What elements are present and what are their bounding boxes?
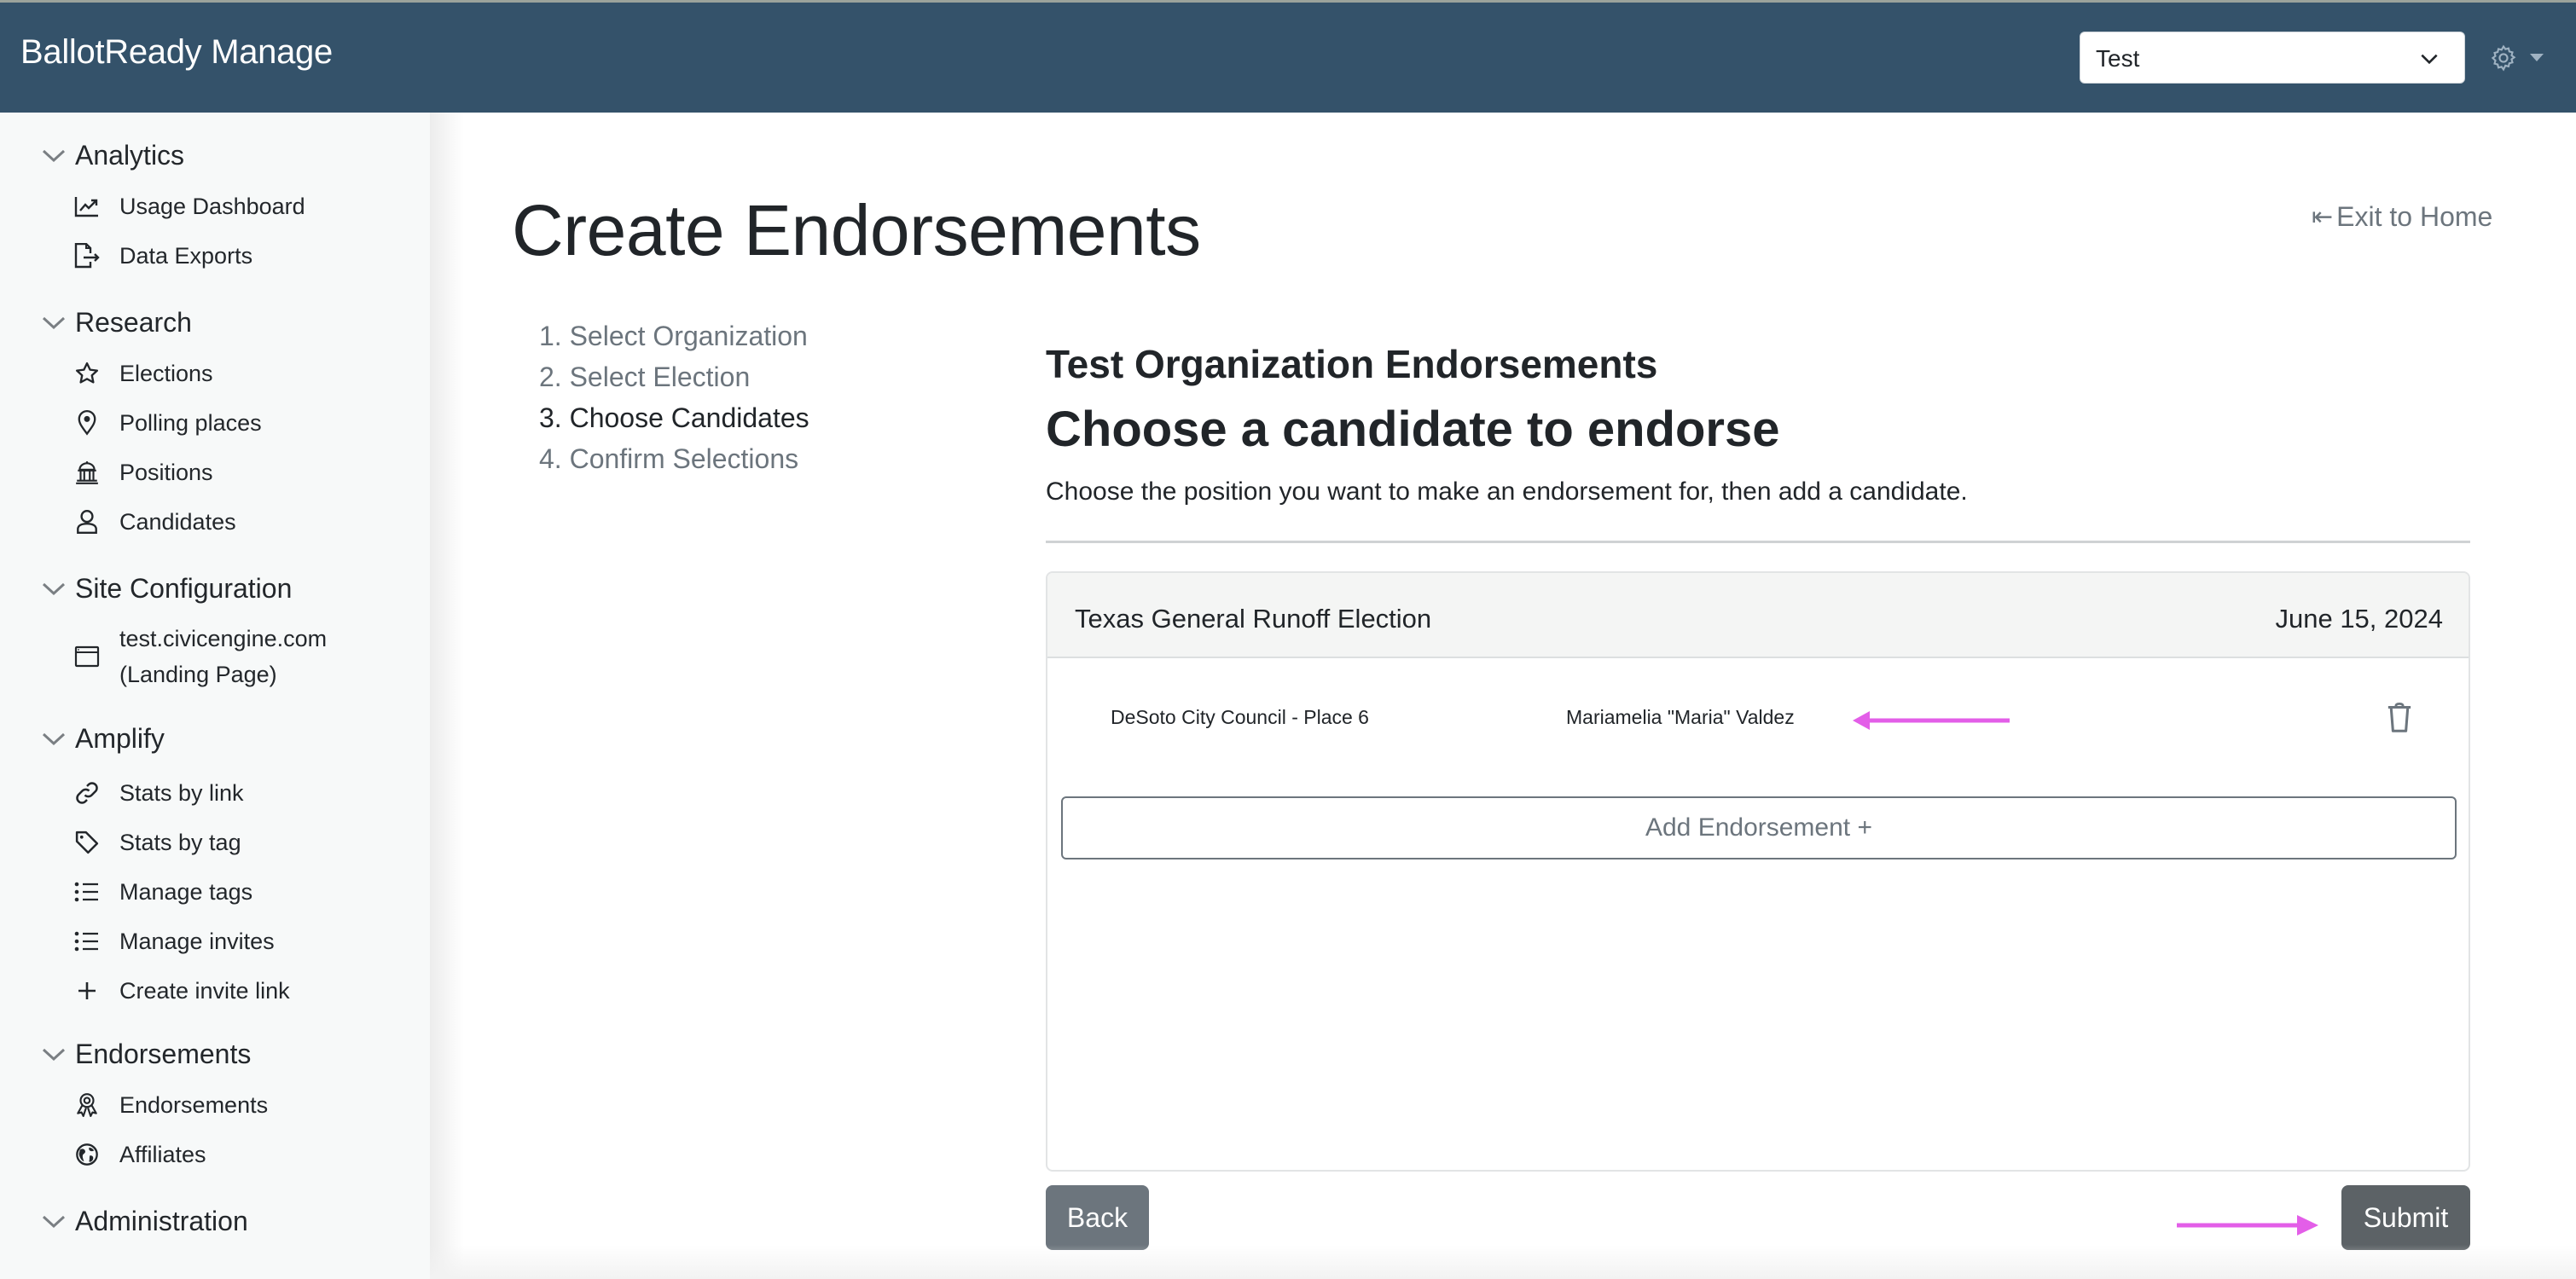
section-heading: Choose a candidate to endorse <box>1046 402 1780 457</box>
map-pin-icon <box>73 409 101 437</box>
sidebar-item-manage-tags[interactable]: Manage tags <box>73 875 252 909</box>
section-label: Endorsements <box>75 1038 252 1069</box>
sidebar-item-manage-invites[interactable]: Manage invites <box>73 924 275 958</box>
item-label: test.civicengine.com (Landing Page) <box>119 621 327 692</box>
award-ribbon-icon <box>73 1091 101 1119</box>
sidebar-section-site-configuration[interactable]: Site Configuration <box>41 570 292 607</box>
item-label: Polling places <box>119 409 262 436</box>
item-label: Data Exports <box>119 242 253 269</box>
organization-select-value: Test <box>2096 45 2140 72</box>
back-button[interactable]: Back <box>1046 1185 1149 1250</box>
step-select-organization: 1. Select Organization <box>539 321 808 351</box>
instructions-text: Choose the position you want to make an … <box>1046 477 1968 506</box>
list-icon <box>73 928 101 955</box>
sidebar-item-candidates[interactable]: Candidates <box>73 505 236 539</box>
chevron-down-icon <box>42 1048 66 1062</box>
annotation-arrow-left-icon <box>1853 711 2010 730</box>
item-label: Positions <box>119 459 213 485</box>
chevron-down-icon <box>42 582 66 596</box>
sidebar-item-landing-page[interactable]: test.civicengine.com (Landing Page) <box>73 621 327 692</box>
trash-icon[interactable] <box>2385 703 2414 733</box>
section-label: Site Configuration <box>75 572 293 604</box>
chart-line-icon <box>73 193 101 220</box>
item-label: Manage invites <box>119 928 275 954</box>
election-name: Texas General Runoff Election <box>1075 604 1432 634</box>
election-date: June 15, 2024 <box>2275 604 2443 634</box>
item-label: Usage Dashboard <box>119 193 305 219</box>
page-title: Create Endorsements <box>512 190 1201 270</box>
sidebar-shadow <box>430 113 464 1279</box>
item-label: Stats by link <box>119 779 244 806</box>
sidebar-section-amplify[interactable]: Amplify <box>41 720 165 757</box>
star-icon <box>73 360 101 387</box>
annotation-arrow-right-icon <box>2177 1215 2318 1236</box>
election-card-header: Texas General Runoff Election June 15, 2… <box>1047 573 2469 658</box>
item-label: Endorsements <box>119 1091 269 1118</box>
exit-to-home-link[interactable]: ⇤ Exit to Home <box>2312 201 2492 233</box>
settings-caret-icon[interactable] <box>2530 54 2544 61</box>
section-label: Amplify <box>75 722 165 754</box>
arrow-left-to-line-icon: ⇤ <box>2312 203 2334 231</box>
step-confirm-selections: 4. Confirm Selections <box>539 443 799 474</box>
section-label: Administration <box>75 1205 248 1236</box>
item-label-line1: test.civicengine.com <box>119 626 328 651</box>
person-icon <box>73 508 101 535</box>
sidebar-section-research[interactable]: Research <box>41 304 192 341</box>
chevron-down-icon <box>42 732 66 746</box>
sidebar-item-affiliates[interactable]: Affiliates <box>73 1137 206 1172</box>
chevron-down-icon <box>42 316 66 330</box>
organization-select[interactable]: Test <box>2080 32 2465 84</box>
step-select-election: 2. Select Election <box>539 362 751 392</box>
organization-heading: Test Organization Endorsements <box>1046 342 1658 386</box>
browser-window-icon <box>73 643 101 670</box>
file-export-icon <box>73 242 101 269</box>
sidebar-item-stats-by-tag[interactable]: Stats by tag <box>73 825 241 859</box>
step-choose-candidates: 3. Choose Candidates <box>539 402 809 433</box>
sidebar-section-administration[interactable]: Administration <box>41 1202 248 1240</box>
sidebar-item-elections[interactable]: Elections <box>73 356 213 391</box>
exit-link-label: Exit to Home <box>2336 201 2493 232</box>
bottom-fade <box>430 1245 2576 1279</box>
submit-button[interactable]: Submit <box>2341 1185 2470 1250</box>
globe-icon <box>73 1141 101 1168</box>
top-navbar: BallotReady Manage Test <box>0 0 2576 113</box>
endorsement-row: DeSoto City Council - Place 6 Mariamelia… <box>1047 658 2469 778</box>
chevron-down-icon <box>42 149 66 163</box>
link-icon <box>73 779 101 807</box>
tag-icon <box>73 829 101 856</box>
sidebar-item-create-invite-link[interactable]: Create invite link <box>73 974 290 1008</box>
item-label: Stats by tag <box>119 829 241 855</box>
section-label: Research <box>75 306 192 338</box>
item-label: Candidates <box>119 508 236 535</box>
gear-icon[interactable] <box>2489 43 2518 72</box>
sidebar-item-polling-places[interactable]: Polling places <box>73 406 262 440</box>
chevron-down-icon <box>2421 54 2438 65</box>
sidebar: Analytics Usage Dashboard Data Exports R… <box>0 113 430 1279</box>
item-label: Affiliates <box>119 1141 206 1167</box>
sidebar-item-positions[interactable]: Positions <box>73 455 213 489</box>
divider <box>1046 541 2470 543</box>
sidebar-section-endorsements[interactable]: Endorsements <box>41 1035 251 1073</box>
brand-logo[interactable]: BallotReady Manage <box>20 33 333 72</box>
wizard-steps: 1. Select Organization 2. Select Electio… <box>539 315 809 479</box>
sidebar-item-stats-by-link[interactable]: Stats by link <box>73 776 244 810</box>
sidebar-item-usage-dashboard[interactable]: Usage Dashboard <box>73 189 305 223</box>
chevron-down-icon <box>42 1215 66 1229</box>
capitol-building-icon <box>73 459 101 486</box>
plus-icon <box>73 977 101 1004</box>
item-label-line2: (Landing Page) <box>119 662 277 687</box>
section-label: Analytics <box>75 139 185 171</box>
item-label: Create invite link <box>119 977 290 1004</box>
list-icon <box>73 878 101 906</box>
election-card: Texas General Runoff Election June 15, 2… <box>1046 571 2470 1172</box>
sidebar-item-data-exports[interactable]: Data Exports <box>73 239 252 273</box>
endorsement-position: DeSoto City Council - Place 6 <box>1111 706 1369 728</box>
item-label: Manage tags <box>119 878 253 905</box>
item-label: Elections <box>119 360 213 386</box>
sidebar-section-analytics[interactable]: Analytics <box>41 136 184 174</box>
endorsement-candidate: Mariamelia "Maria" Valdez <box>1566 706 1795 728</box>
sidebar-item-endorsements[interactable]: Endorsements <box>73 1088 268 1122</box>
add-endorsement-button[interactable]: Add Endorsement + <box>1061 796 2457 859</box>
